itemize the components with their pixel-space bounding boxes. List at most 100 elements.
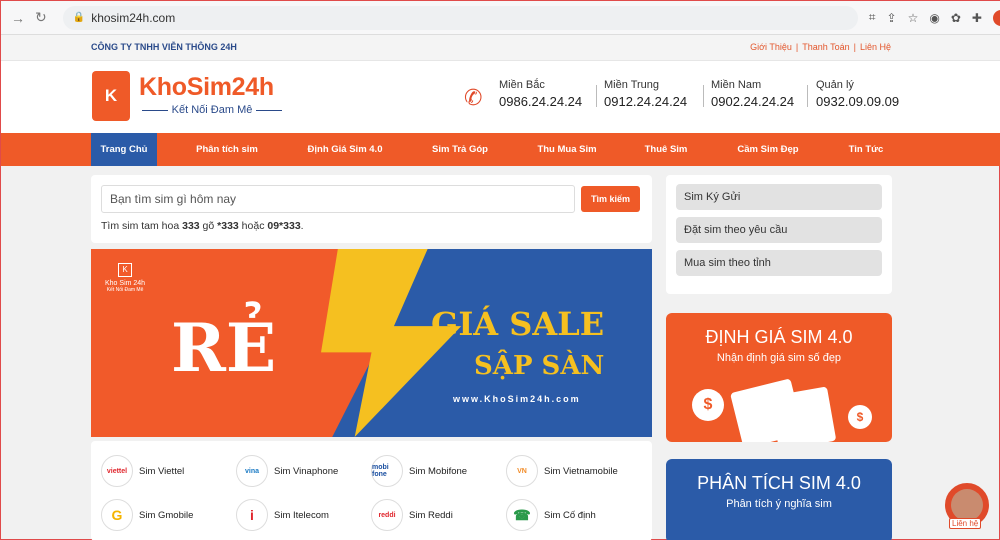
star-icon[interactable]: ☆ xyxy=(908,11,919,25)
hotline-number: 0932.09.09.09 xyxy=(816,94,900,109)
gmobile-icon: G xyxy=(101,499,133,531)
main-menu: Trang Chủ Phân tích sim Định Giá Sim 4.0… xyxy=(1,133,1000,166)
carrier-name: Sim Reddi xyxy=(409,509,453,521)
carrier-viettel[interactable]: viettel Sim Viettel xyxy=(101,455,184,487)
carrier-gmobile[interactable]: G Sim Gmobile xyxy=(101,499,193,531)
puzzle-icon[interactable]: ✚ xyxy=(972,11,982,25)
carrier-grid: viettel Sim Viettel vina Sim Vinaphone m… xyxy=(91,441,652,540)
live-chat-label: Liên hệ xyxy=(949,518,982,529)
carrier-vietnamobile[interactable]: VN Sim Vietnamobile xyxy=(506,455,618,487)
carrier-name: Sim Mobifone xyxy=(409,465,468,477)
hotline-label: Miền Trung xyxy=(604,79,660,91)
logo-slogan: Kết Nối Đam Mê xyxy=(142,104,283,116)
address-bar[interactable]: 🔒 khosim24h.com xyxy=(62,5,858,30)
hint-text: gõ xyxy=(199,220,218,232)
extension-icon[interactable]: ◉ xyxy=(929,11,939,25)
link-thanh-toan[interactable]: Thanh Toán xyxy=(800,42,851,52)
profile-avatar[interactable] xyxy=(992,9,1000,26)
forward-icon[interactable]: → xyxy=(11,10,25,26)
vinaphone-icon: vina xyxy=(236,455,268,487)
link-gioi-thieu[interactable]: Giới Thiệu xyxy=(748,42,794,52)
search-input[interactable]: Bạn tìm sim gì hôm nay xyxy=(101,185,575,213)
hotline-manager[interactable]: Quản lý 0932.09.09.09 xyxy=(816,79,899,109)
logo-text[interactable]: KhoSim24h xyxy=(139,73,274,102)
promo-dinh-gia[interactable]: ĐỊNH GIÁ SIM 4.0 Nhận định giá sim số đẹ… xyxy=(666,313,892,442)
extension2-icon[interactable]: ✿ xyxy=(951,11,961,25)
banner-sale-subtitle: SẬP SÀN xyxy=(474,351,605,381)
carrier-name: Sim Cố định xyxy=(544,509,596,521)
hotline-label: Miền Bắc xyxy=(499,79,545,91)
install-icon[interactable]: ⇪ xyxy=(887,11,897,25)
browser-extensions: ⌗ ⇪ ☆ ◉ ✿ ✚ ⋮ xyxy=(858,9,1000,26)
banner-sale-title: GIÁ SALE xyxy=(431,305,605,343)
hint-text: Tìm sim tam hoa xyxy=(101,220,183,232)
mobifone-icon: mobi fone xyxy=(371,455,403,487)
search-button[interactable]: Tìm kiếm xyxy=(581,186,640,212)
hotline-label: Quản lý xyxy=(816,79,854,91)
top-info-bar: CÔNG TY TNHH VIỄN THÔNG 24H Giới Thiệu | T… xyxy=(1,35,1000,61)
company-name: CÔNG TY TNHH VIỄN THÔNG 24H xyxy=(91,42,237,52)
menu-phan-tich-sim[interactable]: Phân tích sim xyxy=(181,133,273,166)
promo-phan-tich[interactable]: PHÂN TÍCH SIM 4.0 Phân tích ý nghĩa sim xyxy=(666,459,892,540)
banner-logo: K Kho Sim 24h Kết Nối Đam Mê xyxy=(105,263,145,293)
site-header: K KhoSim24h Kết Nối Đam Mê ✆ Miền Bắc 09… xyxy=(1,61,1000,133)
banner-logo-text: Kho Sim 24h xyxy=(105,280,146,287)
sidebar-dat-sim[interactable]: Đặt sim theo yêu cầu xyxy=(676,217,882,243)
agent-avatar xyxy=(951,489,983,521)
menu-trang-chu[interactable]: Trang Chủ xyxy=(91,133,157,166)
money-bag-icon: $ xyxy=(692,389,724,421)
hotline-label: Miền Nam xyxy=(711,79,762,91)
promo-subtitle: Phân tích ý nghĩa sim xyxy=(726,498,832,510)
banner-logo-mark: K xyxy=(118,263,133,277)
menu-dinh-gia-sim[interactable]: Định Giá Sim 4.0 xyxy=(297,133,393,166)
promo-subtitle: Nhận định giá sim số đẹp xyxy=(716,352,842,364)
carrier-name: Sim Gmobile xyxy=(139,509,194,521)
slogan-line xyxy=(256,109,283,111)
hotline-number: 0986.24.24.24 xyxy=(499,94,583,109)
slogan-text: Kết Nối Đam Mê xyxy=(171,104,253,116)
hotline-north[interactable]: Miền Bắc 0986.24.24.24 xyxy=(499,79,582,109)
slogan-line xyxy=(142,109,168,111)
money-bag-icon: $ xyxy=(848,405,872,429)
banner-headline: RẺ xyxy=(171,309,277,387)
hotline-central[interactable]: Miền Trung 0912.24.24.24 xyxy=(604,79,687,109)
hint-example: *333 xyxy=(217,220,239,232)
divider xyxy=(596,85,597,107)
address-bar-url: khosim24h.com xyxy=(91,10,176,25)
search-hint: Tìm sim tam hoa 333 gõ *333 hoặc 09*333. xyxy=(101,220,304,232)
hint-example: 333 xyxy=(182,220,200,232)
menu-cam-sim-dep[interactable]: Cầm Sim Đẹp xyxy=(723,133,813,166)
browser-toolbar: → ↻ 🔒 khosim24h.com ⌗ ⇪ ☆ ◉ ✿ ✚ ⋮ xyxy=(1,1,1000,35)
carrier-mobifone[interactable]: mobi fone Sim Mobifone xyxy=(371,455,467,487)
sidebar-mua-sim-theo-tinh[interactable]: Mua sim theo tỉnh xyxy=(676,250,882,276)
banner-logo-sub: Kết Nối Đam Mê xyxy=(106,287,144,293)
hotline-south[interactable]: Miền Nam 0902.24.24.24 xyxy=(711,79,794,109)
divider xyxy=(703,85,704,107)
live-chat-button[interactable]: Liên hệ xyxy=(945,483,989,529)
hotline-number: 0902.24.24.24 xyxy=(711,94,795,109)
logo-icon[interactable]: K xyxy=(92,71,130,121)
menu-thu-mua-sim[interactable]: Thu Mua Sim xyxy=(524,133,610,166)
carrier-vinaphone[interactable]: vina Sim Vinaphone xyxy=(236,455,338,487)
sale-banner[interactable]: K Kho Sim 24h Kết Nối Đam Mê RẺ GIÁ SALE… xyxy=(91,249,652,437)
hint-text: hoặc xyxy=(238,220,268,232)
reload-icon[interactable]: ↻ xyxy=(35,9,47,26)
link-lien-he[interactable]: Liên Hệ xyxy=(858,42,893,52)
carrier-name: Sim Vinaphone xyxy=(274,465,339,477)
menu-thue-sim[interactable]: Thuê Sim xyxy=(633,133,699,166)
promo-title: ĐỊNH GIÁ SIM 4.0 xyxy=(705,327,853,347)
divider xyxy=(807,85,808,107)
carrier-reddi[interactable]: reddi Sim Reddi xyxy=(371,499,453,531)
carrier-co-dinh[interactable]: ☎ Sim Cố định xyxy=(506,499,596,531)
landline-phone-icon: ☎ xyxy=(506,499,538,531)
menu-sim-tra-gop[interactable]: Sim Trả Góp xyxy=(416,133,504,166)
vietnamobile-icon: VN xyxy=(506,455,538,487)
qr-icon[interactable]: ⌗ xyxy=(869,10,876,25)
sidebar-sim-ky-gui[interactable]: Sim Ký Gửi xyxy=(676,184,882,210)
menu-tin-tuc[interactable]: Tin Tức xyxy=(833,133,899,166)
carrier-itelecom[interactable]: i Sim Itelecom xyxy=(236,499,329,531)
lock-icon[interactable]: 🔒 xyxy=(73,12,85,23)
sidebar-links-panel: Sim Ký Gửi Đặt sim theo yêu cầu Mua sim … xyxy=(666,175,892,294)
search-panel: Bạn tìm sim gì hôm nay Tìm kiếm Tìm sim … xyxy=(91,175,652,243)
itelecom-icon: i xyxy=(236,499,268,531)
